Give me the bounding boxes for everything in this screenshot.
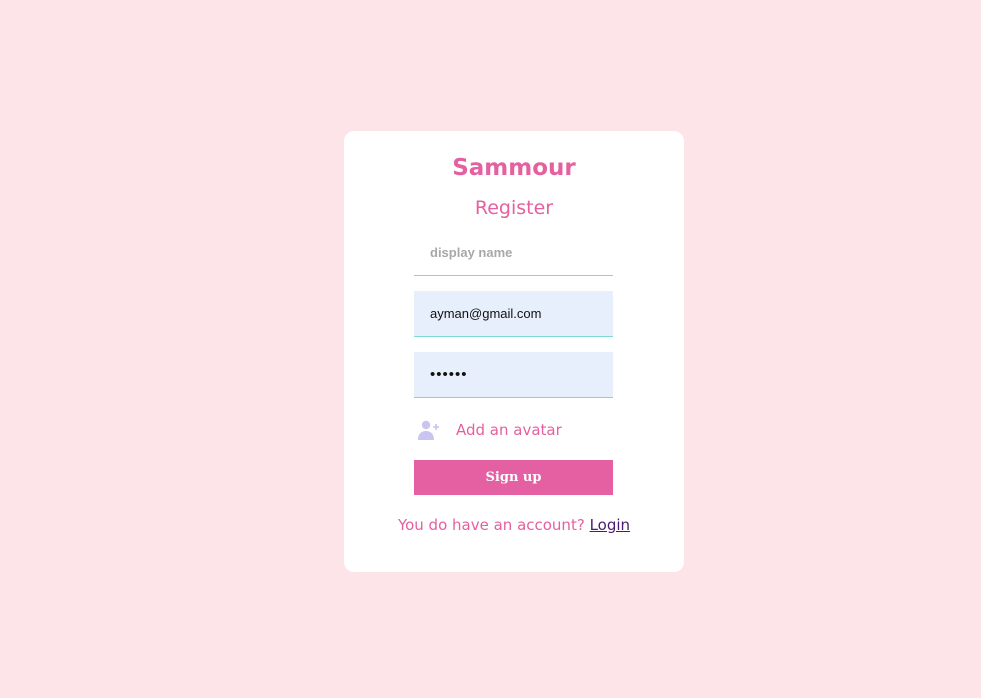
add-user-icon: [416, 417, 442, 443]
login-link[interactable]: Login: [590, 516, 630, 534]
sign-up-button[interactable]: Sign up: [414, 460, 613, 495]
brand-logo: Sammour: [452, 155, 576, 181]
login-prompt-text: You do have an account?: [397, 516, 585, 534]
register-card: Sammour Register Add an avatar Sign up Y…: [344, 131, 684, 572]
email-input[interactable]: [414, 291, 613, 337]
password-input[interactable]: [414, 352, 613, 398]
display-name-input[interactable]: [414, 230, 613, 276]
login-prompt: You do have an account? Login: [344, 516, 684, 534]
add-avatar-label: Add an avatar: [456, 421, 562, 439]
form-title: Register: [474, 197, 554, 219]
add-avatar-button[interactable]: Add an avatar: [416, 415, 562, 445]
